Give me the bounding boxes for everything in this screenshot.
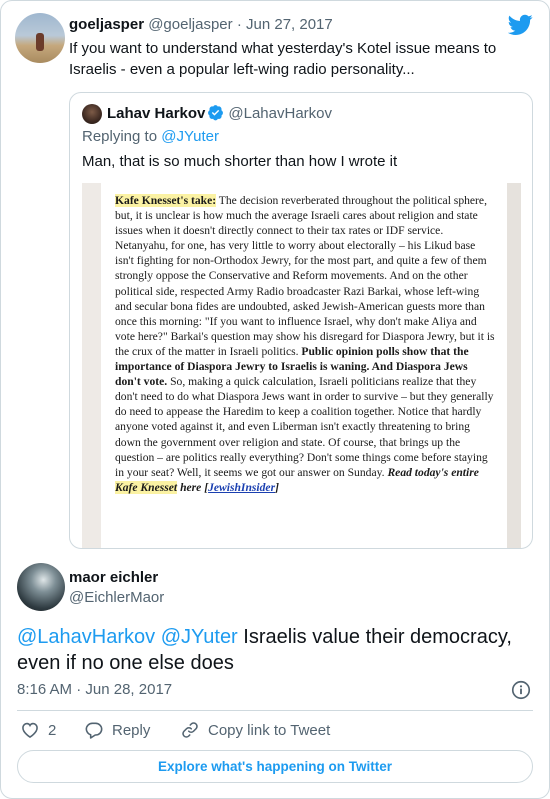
reply-mention-lahav[interactable]: @LahavHarkov <box>17 626 155 648</box>
like-count: 2 <box>48 721 57 739</box>
verified-badge-icon <box>208 105 224 121</box>
reply-label: Reply <box>112 721 151 739</box>
explore-twitter-button[interactable]: Explore what's happening on Twitter <box>17 750 533 783</box>
reply-display-name[interactable]: maor eichler <box>69 569 158 586</box>
reply-avatar[interactable] <box>17 563 65 611</box>
parent-tweet-text: If you want to understand what yesterday… <box>69 40 497 78</box>
reply-handle[interactable]: @EichlerMaor <box>69 589 164 606</box>
replying-to-label: Replying to <box>82 128 158 145</box>
article-heading: Kafe Knesset's take: <box>115 194 217 207</box>
replying-to-line: Replying to @JYuter <box>82 128 219 145</box>
parent-handle[interactable]: @goeljasper <box>148 16 232 33</box>
quoted-avatar[interactable] <box>82 104 102 124</box>
article-text: Kafe Knesset's take: The decision reverb… <box>115 193 495 495</box>
reply-timestamp[interactable]: 8:16 AM · Jun 28, 2017 <box>17 681 172 698</box>
article-cta-close: ] <box>275 480 279 494</box>
heart-icon <box>22 722 38 739</box>
article-paragraph-1: The decision reverberated throughout the… <box>115 194 495 358</box>
quoted-tweet-header: Lahav Harkov @LahavHarkov <box>107 104 332 122</box>
article-source-link: JewishInsider <box>208 480 276 494</box>
parent-display-name[interactable]: goeljasper <box>69 16 144 33</box>
divider <box>17 710 533 711</box>
separator-dot: · <box>236 16 242 33</box>
quoted-tweet[interactable]: Lahav Harkov @LahavHarkov Replying to @JY… <box>69 92 533 549</box>
copy-link-label: Copy link to Tweet <box>208 721 331 739</box>
quoted-handle[interactable]: @LahavHarkov <box>228 105 332 122</box>
parent-date[interactable]: Jun 27, 2017 <box>246 16 333 33</box>
info-icon[interactable] <box>510 679 532 701</box>
quoted-display-name[interactable]: Lahav Harkov <box>107 105 205 122</box>
reply-button[interactable]: Reply <box>84 718 150 742</box>
twitter-bird-icon[interactable] <box>508 14 533 36</box>
article-cta-prefix: Read today's entire <box>387 465 479 479</box>
parent-tweet-header: goeljasper @goeljasper · Jun 27, 2017 <box>69 16 333 33</box>
quoted-tweet-text: Man, that is so much shorter than how I … <box>82 153 398 170</box>
replying-to-mention[interactable]: @JYuter <box>161 128 219 145</box>
quoted-tweet-image[interactable]: Kafe Knesset's take: The decision reverb… <box>82 183 521 548</box>
article-excerpt: Kafe Knesset's take: The decision reverb… <box>101 183 507 548</box>
reply-mention-jyuter[interactable]: @JYuter <box>161 626 238 648</box>
link-icon <box>182 722 198 738</box>
reply-bubble-icon <box>85 722 103 739</box>
image-scroll-edge <box>507 183 521 548</box>
parent-avatar[interactable] <box>15 13 65 63</box>
article-cta-here: here [ <box>180 480 209 494</box>
article-cta-highlight: Kafe Knesset <box>115 480 178 494</box>
reply-tweet-text: @LahavHarkov @JYuter Israelis value thei… <box>17 624 533 676</box>
separator-dot: · <box>76 681 82 698</box>
article-paragraph-2: So, making a quick calculation, Israeli … <box>115 375 494 479</box>
like-button[interactable]: 2 <box>20 718 56 742</box>
reply-time[interactable]: 8:16 AM <box>17 681 72 698</box>
reply-date[interactable]: Jun 28, 2017 <box>85 681 172 698</box>
copy-link-button[interactable]: Copy link to Tweet <box>180 718 330 742</box>
